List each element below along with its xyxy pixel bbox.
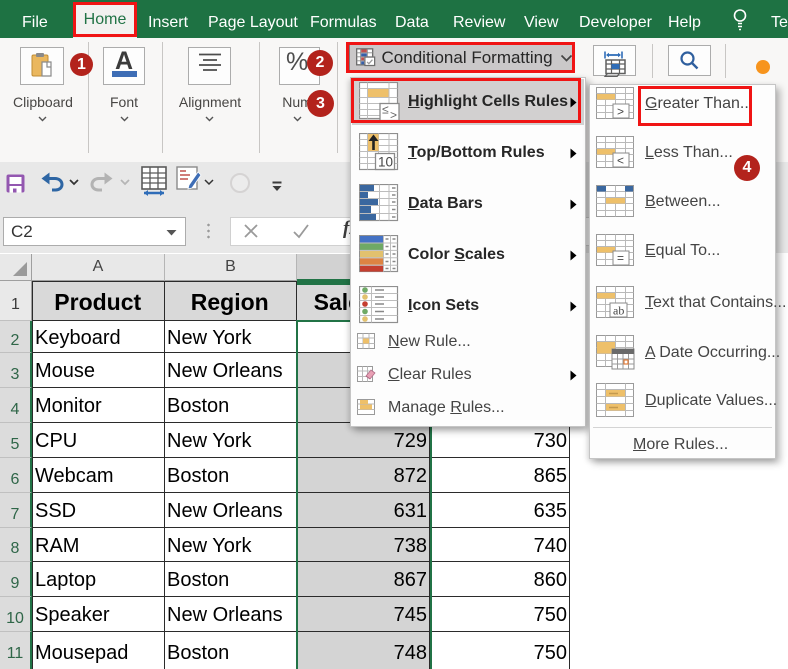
svg-text:ab: ab	[613, 304, 624, 318]
svg-text:>: >	[617, 105, 624, 119]
svg-text:10: 10	[378, 155, 393, 170]
svg-text:<: <	[617, 154, 624, 168]
svg-text:=: =	[617, 251, 624, 265]
